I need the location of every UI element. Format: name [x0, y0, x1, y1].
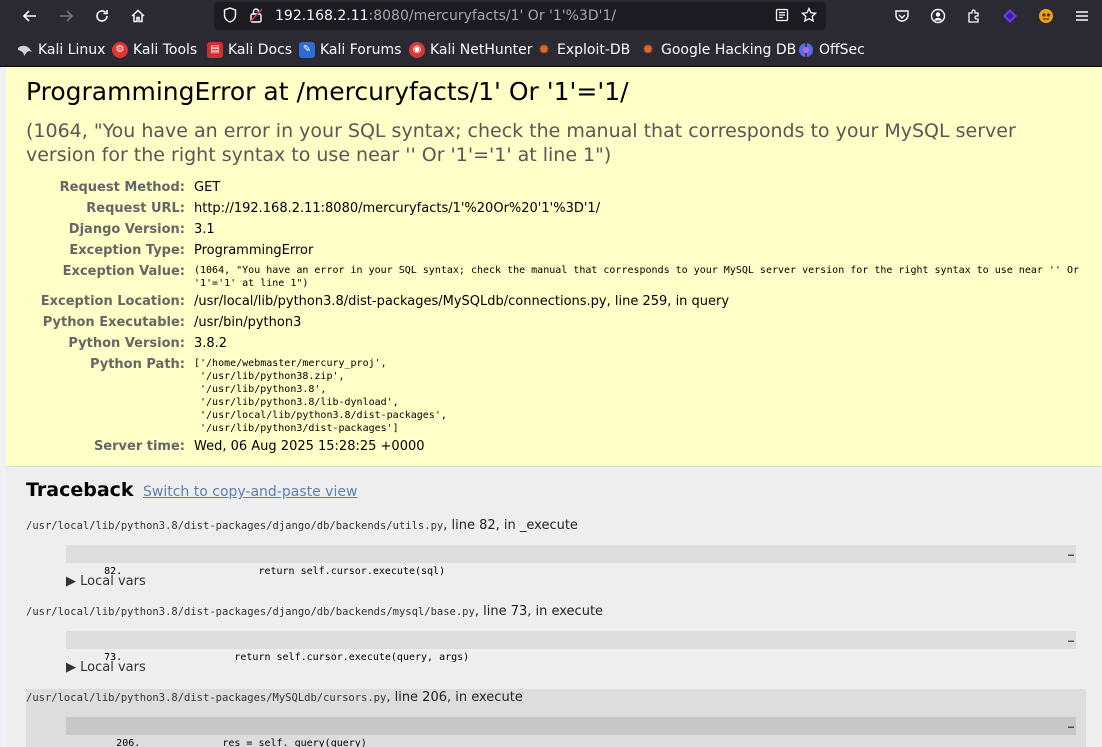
meta-label: Exception Location: — [40, 294, 185, 309]
error-summary: ProgrammingError at /mercuryfacts/1' Or … — [6, 67, 1102, 467]
code-text: return self.cursor.execute(query, args) — [162, 652, 470, 663]
meta-value: ProgrammingError — [194, 243, 314, 258]
frame-info: , line 82, in _execute — [443, 518, 578, 533]
frame-file: /usr/local/lib/python3.8/dist-packages/d… — [26, 604, 603, 620]
meta-label: Python Path: — [89, 357, 185, 372]
meta-value: Wed, 06 Aug 2025 15:28:25 +0000 — [194, 439, 425, 454]
bookmark-star-icon[interactable] — [800, 6, 818, 25]
code-text: res = self._query(query) — [174, 738, 367, 747]
bookmark-label: Kali NetHunter — [430, 42, 533, 58]
kali-dragon-icon — [17, 42, 33, 58]
code-context-line[interactable]: 206. res = self._query(query) … — [66, 717, 1076, 747]
kali-forums-icon: ✎ — [299, 42, 315, 58]
page-content: ProgrammingError at /mercuryfacts/1' Or … — [6, 67, 1102, 747]
page-title: ProgrammingError at /mercuryfacts/1' Or … — [26, 77, 629, 106]
bookmark-label: Kali Linux — [38, 42, 106, 58]
url-path: :8080/mercuryfacts/1' Or '1'%3D'1/ — [368, 8, 617, 24]
bookmark-kali-forums[interactable]: ✎ Kali Forums — [299, 41, 401, 59]
frame-path: /usr/local/lib/python3.8/dist-packages/d… — [26, 520, 444, 532]
kali-tools-icon: ⚙ — [112, 42, 128, 58]
meta-value: http://192.168.2.11:8080/mercuryfacts/1'… — [194, 201, 601, 216]
forward-arrow-icon[interactable] — [52, 4, 80, 28]
local-vars-toggle[interactable]: ▶ Local vars — [66, 660, 146, 676]
frame-path: /usr/local/lib/python3.8/dist-packages/d… — [26, 606, 475, 618]
meta-label: Exception Type: — [69, 243, 185, 258]
code-text: return self.cursor.execute(sql) — [162, 566, 446, 577]
browser-toolbar: 192.168.2.11:8080/mercuryfacts/1' Or '1'… — [0, 0, 1102, 33]
tracking-shield-icon[interactable] — [222, 7, 238, 25]
meta-value: (1064, "You have an error in your SQL sy… — [194, 265, 1080, 289]
meta-value: /usr/bin/python3 — [194, 315, 302, 330]
frame-file: /usr/local/lib/python3.8/dist-packages/M… — [26, 690, 523, 706]
url-host: 192.168.2.11 — [275, 8, 369, 24]
hamburger-menu-icon[interactable] — [1071, 5, 1093, 27]
meta-label: Server time: — [93, 439, 185, 454]
extension-purple-icon[interactable] — [999, 5, 1021, 27]
exploit-db-icon: ✹ — [538, 42, 550, 58]
frame-info: , line 206, in execute — [386, 690, 523, 705]
url-text[interactable]: 192.168.2.11:8080/mercuryfacts/1' Or '1'… — [275, 7, 616, 25]
bookmark-label: Exploit-DB — [557, 42, 631, 58]
frame-info: , line 73, in execute — [474, 604, 604, 619]
reader-view-icon[interactable] — [773, 7, 791, 25]
bookmark-exploit-db[interactable]: ✹ Exploit-DB — [536, 41, 630, 59]
bookmark-kali-docs[interactable]: ▤ Kali Docs — [207, 41, 292, 59]
traceback-title: Traceback — [26, 479, 134, 501]
kali-docs-icon: ▤ — [207, 42, 223, 58]
meta-value: GET — [194, 180, 221, 195]
insecure-lock-icon[interactable] — [248, 7, 264, 25]
frame-path: /usr/local/lib/python3.8/dist-packages/M… — [26, 692, 387, 704]
meta-label: Request Method: — [59, 180, 185, 195]
meta-label: Exception Value: — [62, 264, 185, 279]
meta-label: Python Executable: — [42, 315, 185, 330]
url-bar[interactable]: 192.168.2.11:8080/mercuryfacts/1' Or '1'… — [214, 2, 826, 30]
reload-icon[interactable] — [88, 4, 116, 28]
expand-context-dots[interactable]: … — [1068, 631, 1074, 649]
bookmarks-bar: Kali Linux ⚙ Kali Tools ▤ Kali Docs ✎ Kali … — [0, 33, 1102, 67]
bookmark-label: OffSec — [819, 42, 865, 58]
bookmark-offsec[interactable]: OffSec — [798, 41, 865, 59]
home-icon[interactable] — [124, 4, 152, 28]
extensions-puzzle-icon[interactable] — [963, 5, 985, 27]
bookmark-kali-tools[interactable]: ⚙ Kali Tools — [112, 41, 197, 59]
bookmark-label: Google Hacking DB — [661, 42, 797, 58]
bookmark-kali-nethunter[interactable]: ◉ Kali NetHunter — [409, 41, 532, 59]
code-context-line[interactable]: 82. return self.cursor.execute(sql) … — [66, 545, 1076, 577]
bookmark-label: Kali Forums — [320, 42, 402, 58]
bookmark-label: Kali Tools — [133, 42, 198, 58]
meta-label: Django Version: — [68, 222, 185, 237]
meta-value: 3.1 — [194, 222, 215, 237]
line-number: 206. — [116, 738, 141, 747]
bookmark-kali-linux[interactable]: Kali Linux — [17, 41, 105, 59]
ghdb-icon: ✹ — [642, 42, 654, 58]
pocket-icon[interactable] — [891, 5, 913, 27]
expand-context-dots[interactable]: … — [1068, 717, 1074, 735]
nethunter-icon: ◉ — [409, 42, 425, 58]
expand-context-dots[interactable]: … — [1068, 545, 1074, 563]
copy-paste-view-link[interactable]: Switch to copy-and-paste view — [143, 484, 357, 500]
account-icon[interactable] — [927, 5, 949, 27]
meta-value: ['/home/webmaster/mercury_proj', '/usr/l… — [194, 358, 447, 434]
meta-label: Request URL: — [86, 201, 185, 216]
back-arrow-icon[interactable] — [16, 4, 44, 28]
bookmark-google-hacking-db[interactable]: ✹ Google Hacking DB — [640, 41, 796, 59]
bookmark-label: Kali Docs — [228, 42, 293, 58]
error-message: (1064, "You have an error in your SQL sy… — [26, 120, 1016, 166]
offsec-icon — [798, 42, 814, 58]
meta-value: 3.8.2 — [194, 336, 228, 351]
extension-orange-icon[interactable] — [1035, 5, 1057, 27]
frame-user: /usr/local/lib/python3.8/dist-packages/M… — [26, 689, 1086, 747]
meta-value: /usr/local/lib/python3.8/dist-packages/M… — [194, 294, 730, 309]
frame-file: /usr/local/lib/python3.8/dist-packages/d… — [26, 518, 578, 534]
meta-label: Python Version: — [68, 336, 185, 351]
local-vars-toggle[interactable]: ▶ Local vars — [66, 574, 146, 590]
code-context-line[interactable]: 73. return self.cursor.execute(query, ar… — [66, 631, 1076, 663]
traceback-section: Traceback Switch to copy-and-paste view … — [6, 467, 1102, 747]
